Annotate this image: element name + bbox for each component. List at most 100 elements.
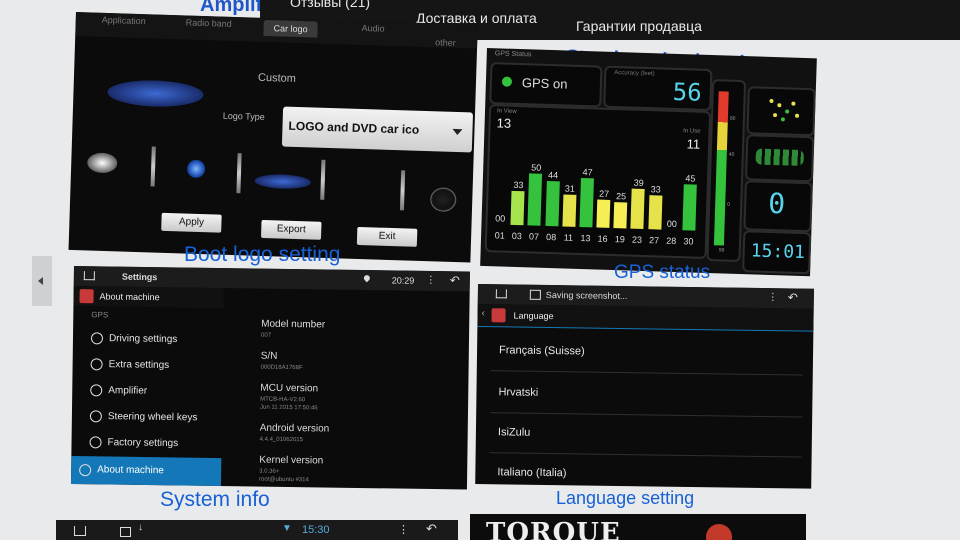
signal-tick-80: 80 bbox=[729, 115, 736, 122]
language-item-italiano[interactable]: Italiano (Italia) bbox=[497, 466, 566, 479]
satellite-prn-axis: 01 03 07 08 11 13 16 19 23 27 28 30 bbox=[491, 230, 697, 248]
mcu-build-date: Jun 11 2015 17:50:46 bbox=[259, 404, 318, 412]
in-use-label: In Use bbox=[683, 128, 701, 135]
menu-amplifier[interactable]: Amplifier bbox=[90, 384, 147, 397]
satellite-snr-label: 44 bbox=[547, 169, 559, 180]
back-icon[interactable]: ↶ bbox=[426, 521, 437, 537]
gps-on-panel: GPS on bbox=[489, 62, 603, 108]
menu-extra-settings[interactable]: Extra settings bbox=[90, 358, 170, 371]
settings-app-icon bbox=[491, 308, 506, 323]
home-icon[interactable] bbox=[495, 289, 507, 299]
accuracy-label: Accuracy (feet) bbox=[614, 70, 655, 78]
satellite-bar bbox=[647, 195, 663, 230]
language-item-isizulu[interactable]: IsiZulu bbox=[498, 426, 531, 438]
world-map-panel bbox=[744, 134, 815, 183]
menu-factory-settings[interactable]: Factory settings bbox=[89, 436, 178, 449]
torque-logo-text: TORQUE bbox=[486, 518, 621, 540]
satellite-bar bbox=[579, 178, 594, 228]
tab-radio-band[interactable]: Radio band bbox=[186, 17, 232, 28]
tab-other[interactable]: other bbox=[435, 37, 456, 48]
reviews-link[interactable]: Отзывы (21) bbox=[290, 0, 370, 10]
accuracy-value: 56 bbox=[672, 77, 703, 107]
home-icon[interactable] bbox=[74, 526, 86, 536]
kernel-version-value: 3.0.36+ bbox=[259, 468, 280, 475]
signal-level-panel: 80 40 0 99 bbox=[706, 79, 747, 263]
menu-driving-settings[interactable]: Driving settings bbox=[90, 332, 178, 345]
divider bbox=[490, 412, 803, 418]
chevron-left-icon[interactable]: ‹ bbox=[482, 308, 485, 319]
logo-option-1[interactable] bbox=[86, 152, 118, 174]
tab-audio[interactable]: Audio bbox=[361, 23, 384, 34]
logo-option-3[interactable] bbox=[254, 173, 311, 190]
apply-button[interactable]: Apply bbox=[161, 212, 222, 233]
model-number-value: 007 bbox=[261, 332, 272, 339]
satellite-prn-label: 30 bbox=[683, 236, 694, 247]
wrench-icon bbox=[89, 436, 102, 449]
speed-value: 0 bbox=[767, 186, 786, 221]
android-version-value: 4.4.4_01062015 bbox=[259, 436, 304, 444]
sky-view-panel bbox=[746, 86, 816, 137]
menu-steering-wheel-keys[interactable]: Steering wheel keys bbox=[89, 410, 198, 423]
divider bbox=[320, 159, 326, 200]
gps-status-screenshot: GPS Status GPS on Accuracy (feet) 56 In … bbox=[480, 48, 817, 277]
caption-system-info: System info bbox=[160, 488, 270, 511]
logo-option-4[interactable] bbox=[429, 187, 457, 213]
mcu-version-label: MCU version bbox=[260, 382, 319, 395]
warranty-link[interactable]: Гарантии продавца bbox=[576, 18, 702, 34]
language-item-hrvatski[interactable]: Hrvatski bbox=[498, 386, 538, 399]
satellite-dot-icon bbox=[769, 98, 774, 104]
logo-type-select[interactable]: LOGO and DVD car ico bbox=[281, 106, 474, 153]
in-view-label: In View bbox=[496, 108, 517, 115]
speed-panel: 0 bbox=[743, 180, 813, 233]
world-map-icon bbox=[755, 148, 804, 166]
kernel-version-label: Kernel version bbox=[259, 454, 324, 467]
divider bbox=[236, 153, 242, 194]
steering-wheel-icon bbox=[89, 410, 102, 423]
logo-type-label: Logo Type bbox=[222, 110, 265, 122]
satellites-panel: In View 13 In Use 11 00 33 50 44 31 47 27 25 39 3… bbox=[484, 104, 712, 259]
caption-boot-logo: Boot logo setting bbox=[184, 243, 341, 266]
exit-button[interactable]: Exit bbox=[356, 226, 418, 247]
back-icon[interactable]: ↶ bbox=[788, 290, 798, 304]
signal-tick-40: 40 bbox=[728, 151, 735, 158]
satellite-snr-label: 25 bbox=[615, 191, 627, 202]
screenshot-icon bbox=[529, 289, 541, 300]
clock-value: 15:01 bbox=[750, 240, 806, 264]
menu-about-machine[interactable]: About machine bbox=[70, 455, 222, 487]
satellite-bar bbox=[613, 202, 628, 229]
back-icon[interactable]: ↶ bbox=[450, 273, 460, 287]
more-icon[interactable]: ⋮ bbox=[426, 275, 436, 286]
gps-indicator-icon bbox=[501, 76, 513, 87]
satellite-bar bbox=[630, 188, 646, 230]
location-icon bbox=[362, 273, 372, 283]
language-screenshot: Saving screenshot... ⋮ ↶ ‹ Language Fran… bbox=[475, 284, 814, 489]
satellite-bar bbox=[544, 180, 560, 227]
caption-language-setting: Language setting bbox=[556, 488, 695, 508]
language-item-francais[interactable]: Français (Suisse) bbox=[499, 344, 585, 357]
chevron-left-icon bbox=[38, 277, 43, 285]
home-icon[interactable] bbox=[83, 271, 95, 281]
menu-gps[interactable]: GPS bbox=[91, 310, 108, 319]
export-button[interactable]: Export bbox=[260, 219, 322, 240]
satellite-snr-label: 33 bbox=[513, 179, 524, 191]
carousel-prev-button[interactable] bbox=[32, 256, 52, 306]
car-icon bbox=[90, 332, 104, 345]
satellite-snr-label: 47 bbox=[582, 167, 593, 178]
tab-car-logo[interactable]: Car logo bbox=[263, 19, 318, 38]
about-header: About machine bbox=[73, 285, 224, 309]
sn-value: 000D18A1768F bbox=[260, 364, 303, 372]
signal-bottom-label: 99 bbox=[718, 247, 725, 254]
image-icon bbox=[120, 527, 131, 537]
divider bbox=[399, 170, 406, 211]
more-icon[interactable]: ⋮ bbox=[398, 523, 409, 536]
language-title: Language bbox=[513, 310, 554, 322]
satellite-snr-label: 00 bbox=[495, 213, 506, 224]
tab-application[interactable]: Application bbox=[102, 15, 146, 26]
about-header-label: About machine bbox=[99, 291, 160, 303]
status-time: 20:29 bbox=[391, 275, 415, 286]
status-time: 15:30 bbox=[302, 524, 330, 536]
accuracy-panel: Accuracy (feet) 56 bbox=[603, 65, 713, 112]
more-icon[interactable]: ⋮ bbox=[768, 292, 778, 303]
logo-option-2[interactable] bbox=[186, 159, 206, 179]
custom-label: Custom bbox=[257, 71, 297, 85]
